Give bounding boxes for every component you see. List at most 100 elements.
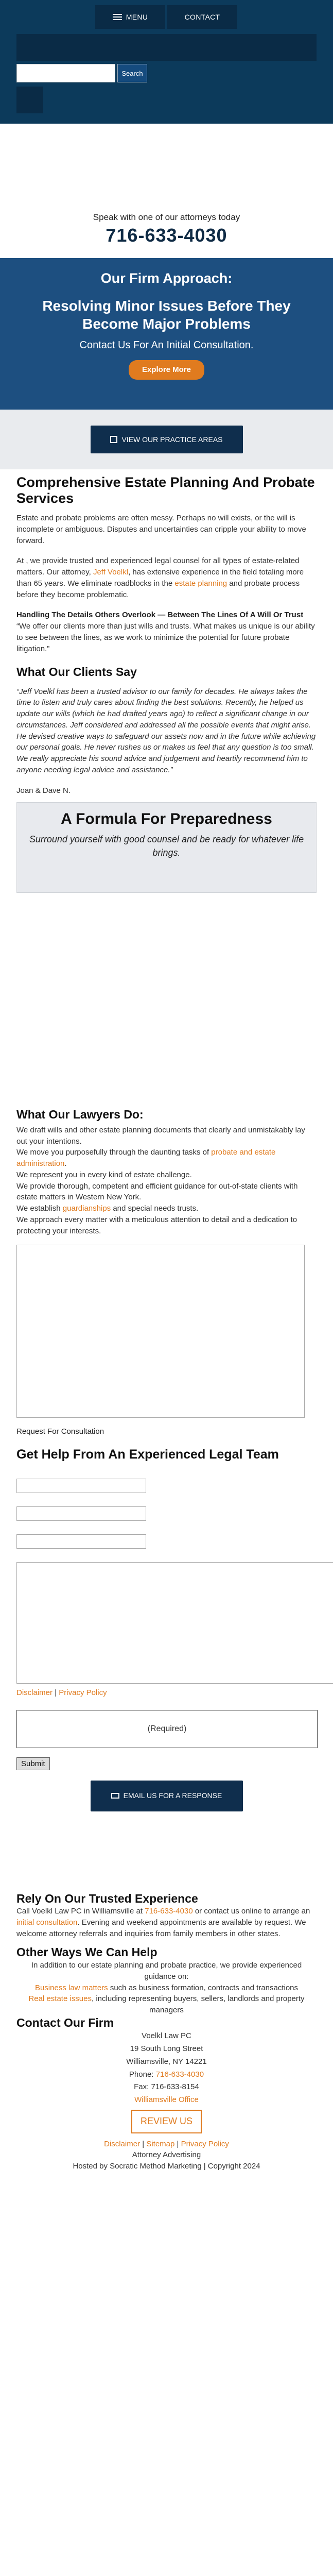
lawyers-item: We approach every matter with a meticulo…: [16, 1215, 297, 1235]
lawyers-item-text: .: [64, 1159, 67, 1168]
other-ways-item: Real estate issues, including representi…: [16, 1993, 317, 2016]
lawyers-item: We provide thorough, competent and effic…: [16, 1181, 298, 1202]
email-us-button[interactable]: EMAIL US FOR A RESPONSE: [90, 1780, 243, 1811]
site-footer: Rely On Our Trusted Experience Call Voel…: [0, 1892, 333, 2193]
search-form: Search: [16, 64, 147, 82]
other-ways-item-text: such as business formation, contracts an…: [108, 1983, 299, 1992]
jeff-voelkl-link[interactable]: Jeff Voelkl: [93, 568, 128, 577]
preparedness-box: A Formula For Preparedness Surround your…: [16, 802, 317, 893]
overlook-quote: “We offer our clients more than just wil…: [16, 622, 315, 653]
phone-label: Phone:: [129, 2070, 156, 2079]
preparedness-text: Surround yourself with good counsel and …: [29, 834, 304, 858]
header-logo-block[interactable]: [16, 87, 43, 113]
header-bar: MENU CONTACT: [0, 0, 333, 34]
initial-consultation-link[interactable]: initial consultation: [16, 1918, 77, 1927]
lawyers-item: We establish guardianships and special n…: [16, 1203, 317, 1214]
other-ways-intro: In addition to our estate planning and p…: [31, 1961, 302, 1981]
privacy-policy-link[interactable]: Privacy Policy: [59, 1688, 107, 1697]
required-checkbox-field[interactable]: (Required): [16, 1709, 318, 1748]
lawyers-item-text: We establish: [16, 1204, 63, 1213]
name-field[interactable]: [16, 1478, 146, 1493]
contact-button[interactable]: CONTACT: [167, 5, 237, 29]
lawyers-do-heading: What Our Lawyers Do:: [16, 1108, 144, 1122]
copyright-block: Attorney Advertising Hosted by Socratic …: [16, 2149, 317, 2172]
disclaimer-line: Disclaimer | Privacy Policy: [16, 1687, 317, 1699]
help-heading: Get Help From An Experienced Legal Team: [16, 1447, 279, 1462]
testimonial-quote: “Jeff Voelkl has been a trusted advisor …: [16, 687, 316, 774]
guardianships-link[interactable]: guardianships: [63, 1204, 111, 1213]
lawyers-item-text: and special needs trusts.: [111, 1204, 199, 1213]
other-ways-item-text: , including representing buyers, sellers…: [92, 1994, 305, 2015]
footer-phone-link[interactable]: 716-633-4030: [145, 1907, 192, 1916]
call-section: Speak with one of our attorneys today 71…: [0, 124, 333, 258]
trusted-heading: Rely On Our Trusted Experience: [16, 1891, 198, 1905]
review-us-button[interactable]: REVIEW US: [131, 2109, 202, 2133]
other-ways-text: In addition to our estate planning and p…: [16, 1960, 317, 2016]
contact-firm-heading: Contact Our Firm: [16, 2015, 114, 2029]
footer-links: Disclaimer | Sitemap | Privacy Policy: [104, 2139, 229, 2148]
testimonial-signature: Joan & Dave N.: [16, 786, 71, 795]
contact-phone-link[interactable]: 716-633-4030: [156, 2070, 204, 2079]
email-button-label: EMAIL US FOR A RESPONSE: [123, 1791, 222, 1800]
search-input[interactable]: [16, 64, 115, 82]
lawyers-item-text: We move you purposefully through the dau…: [16, 1148, 212, 1157]
header-navigation-strip: [16, 34, 317, 61]
contact-details: Voelkl Law PC 19 South Long Street Willi…: [16, 2030, 317, 2136]
phone-line: Phone: 716-633-4030: [16, 2069, 317, 2081]
menu-label: MENU: [126, 12, 148, 21]
footer-sitemap-link[interactable]: Sitemap: [146, 2140, 174, 2148]
attorney-advertising: Attorney Advertising: [132, 2150, 201, 2160]
menu-button[interactable]: MENU: [95, 5, 165, 29]
estate-planning-link[interactable]: estate planning: [174, 579, 227, 588]
phone-field[interactable]: [16, 1534, 146, 1549]
site-header: MENU CONTACT Search: [0, 0, 333, 124]
firm-approach-banner: Our Firm Approach: Resolving Minor Issue…: [0, 258, 333, 410]
explore-more-button[interactable]: Explore More: [128, 360, 205, 380]
footer-disclaimer-link[interactable]: Disclaimer: [104, 2140, 140, 2148]
trusted-text-b: or contact us online to arrange an: [192, 1907, 310, 1916]
lawyers-item: We represent you in every kind of estate…: [16, 1170, 192, 1179]
lawyers-do-list: We draft wills and other estate planning…: [16, 1125, 317, 1237]
practice-areas-band: VIEW OUR PRACTICE AREAS: [0, 410, 333, 469]
embedded-frame-area[interactable]: [16, 1245, 305, 1418]
envelope-icon: [111, 1793, 119, 1799]
clients-say-heading: What Our Clients Say: [16, 665, 137, 679]
practice-button-label: VIEW OUR PRACTICE AREAS: [121, 435, 223, 444]
approach-subtitle: Resolving Minor Issues Before They Becom…: [42, 298, 291, 332]
city-address: Williamsville, NY 14221: [126, 2057, 207, 2066]
business-law-link[interactable]: Business law matters: [35, 1984, 108, 1992]
message-field[interactable]: [16, 1562, 333, 1684]
consultation-form: Request For Consultation Get Help From A…: [16, 1245, 333, 1811]
main-content: Comprehensive Estate Planning And Probat…: [0, 469, 333, 1892]
approach-text: Contact Us For An Initial Consultation.: [79, 340, 254, 351]
intro-paragraph: Estate and probate problems are often me…: [16, 514, 306, 545]
real-estate-link[interactable]: Real estate issues: [28, 1994, 92, 2003]
search-button[interactable]: Search: [117, 64, 147, 82]
view-practice-areas-button[interactable]: VIEW OUR PRACTICE AREAS: [90, 426, 243, 453]
hamburger-icon: [112, 14, 122, 20]
submit-button[interactable]: Submit: [16, 1757, 50, 1770]
williamsville-office-link[interactable]: Williamsville Office: [134, 2095, 199, 2104]
call-phone-number[interactable]: 716-633-4030: [0, 224, 333, 246]
page-title: Comprehensive Estate Planning And Probat…: [16, 474, 315, 506]
required-text: (Required): [147, 1724, 187, 1734]
other-ways-heading: Other Ways We Can Help: [16, 1945, 157, 1959]
separator: |: [55, 1688, 57, 1697]
lawyers-item: We move you purposefully through the dau…: [16, 1147, 317, 1170]
experience-paragraph: At , we provide trusted and experienced …: [16, 555, 317, 600]
trusted-text: Call Voelkl Law PC in Williamsville at 7…: [16, 1906, 317, 1939]
overlook-heading: Handling The Details Others Overlook — B…: [16, 611, 304, 620]
footer-privacy-link[interactable]: Privacy Policy: [181, 2140, 229, 2148]
street-address: 19 South Long Street: [130, 2044, 203, 2054]
lawyers-item: We draft wills and other estate planning…: [16, 1125, 305, 1146]
disclaimer-link[interactable]: Disclaimer: [16, 1688, 52, 1697]
grid-icon: [110, 436, 118, 443]
email-field[interactable]: [16, 1506, 146, 1521]
hosted-by: Hosted by Socratic Method Marketing | Co…: [73, 2162, 260, 2171]
request-consultation-label: Request For Consultation: [16, 1427, 104, 1436]
call-text: Speak with one of our attorneys today: [93, 212, 240, 222]
fax-line: Fax: 716-633-8154: [134, 2082, 199, 2092]
preparedness-title: A Formula For Preparedness: [61, 810, 272, 828]
